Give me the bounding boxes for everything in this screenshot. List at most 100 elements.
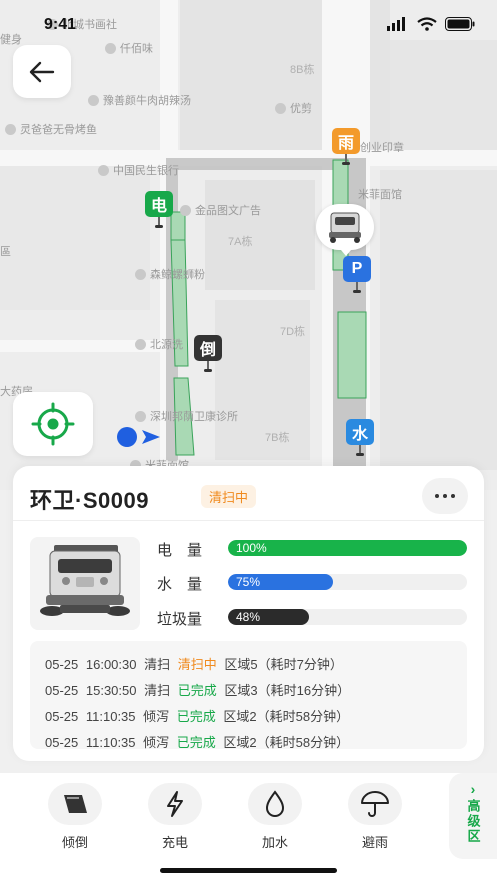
log-detail: 区域5（耗时7分钟）: [224, 657, 343, 672]
vehicle-info-card: 环卫·S0009 清扫中 电 量 100% 水 量 75% 垃圾量 48% 05…: [13, 466, 484, 761]
vehicle-title: 环卫·S0009: [30, 488, 149, 513]
building-label: 8B栋: [290, 64, 315, 76]
meter-label: 垃圾量: [157, 611, 203, 628]
log-task: 清扫: [144, 657, 171, 672]
pin-foot: [356, 453, 364, 456]
back-arrow-icon: [29, 61, 55, 82]
more-options-button[interactable]: [422, 478, 468, 514]
meter-fill: 100%: [228, 540, 467, 556]
tool-label: 加水: [261, 835, 288, 850]
action-toolbar: 倾倒 充电 加水 避雨 › 高级区: [0, 773, 497, 883]
meter-fill: 75%: [228, 574, 334, 590]
log-task: 倾泻: [143, 735, 170, 749]
meter-track: 75%: [228, 574, 467, 590]
status-time: 9:41: [44, 16, 77, 33]
poi-label: 优剪: [275, 100, 312, 116]
more-dot-icon: [451, 494, 455, 498]
status-badge: 清扫中: [201, 485, 257, 508]
poi-label: 米菲面馆: [358, 189, 402, 201]
home-indicator: [160, 868, 337, 873]
log-row: 05-25 16:00:30 清扫 清扫中 区域5（耗时7分钟）: [45, 654, 343, 673]
log-status: 已完成: [176, 709, 216, 724]
dump-icon: [48, 783, 102, 825]
dump-button[interactable]: 倾倒: [45, 783, 105, 851]
log-time: 11:10:35: [85, 735, 136, 749]
log-task: 倾泻: [143, 709, 170, 724]
back-button[interactable]: [13, 45, 71, 98]
water-pin[interactable]: 水: [346, 419, 374, 445]
pin-foot: [342, 162, 350, 165]
pin-foot: [353, 290, 361, 293]
status-bar: 9:41: [0, 0, 497, 48]
more-dot-icon: [435, 494, 439, 498]
divider: [13, 520, 484, 521]
add-water-button[interactable]: 加水: [245, 783, 305, 851]
log-time: 11:10:35: [85, 709, 136, 724]
charging-pin[interactable]: 电: [145, 191, 173, 217]
parking-pin[interactable]: P: [343, 256, 371, 282]
vehicle-marker-tail: [341, 250, 351, 256]
garbage-meter: 垃圾量 48%: [157, 608, 472, 628]
advanced-label: 高级区: [465, 799, 481, 844]
locate-icon: [31, 402, 75, 446]
chevron-right-icon: ›: [470, 781, 476, 797]
water-drop-icon: [248, 783, 302, 825]
log-date: 05-25: [45, 735, 79, 749]
task-log[interactable]: 05-25 16:00:30 清扫 清扫中 区域5（耗时7分钟） 05-25 1…: [30, 641, 467, 749]
log-date: 05-25: [45, 657, 79, 672]
log-status: 已完成: [177, 683, 217, 698]
poi-label: 深圳邦荫卫康诊所: [135, 408, 238, 424]
log-time: 16:00:30: [85, 657, 137, 672]
log-status: 已完成: [176, 735, 216, 749]
building-label: 7A栋: [228, 236, 253, 248]
meter-track: 48%: [228, 609, 467, 625]
sweeper-icon: [329, 212, 361, 243]
meter-fill: 48%: [228, 609, 310, 625]
log-date: 05-25: [45, 683, 79, 698]
log-row: 05-25 11:10:35 倾泻 已完成 区域2（耗时58分钟）: [45, 732, 349, 749]
vehicle-marker[interactable]: [316, 204, 374, 250]
log-row: 05-25 15:30:50 清扫 已完成 区域3（耗时16分钟）: [45, 680, 350, 699]
poi-label: 北源洗: [135, 336, 183, 352]
rain-shelter-pin[interactable]: 雨: [332, 128, 360, 154]
log-date: 05-25: [45, 709, 79, 724]
log-detail: 区域3（耗时16分钟）: [224, 683, 351, 698]
dump-pin[interactable]: 倒: [194, 335, 222, 361]
poi-label: 灵爸爸无骨烤鱼: [5, 121, 97, 137]
more-dot-icon: [443, 494, 447, 498]
tool-label: 倾倒: [61, 835, 88, 850]
locate-button[interactable]: [13, 392, 93, 456]
log-status: 清扫中: [177, 657, 217, 672]
poi-label: 金品图文广告: [180, 202, 261, 218]
sweeper-robot-icon: [40, 545, 130, 616]
user-location-icon: [117, 427, 160, 447]
log-time: 15:30:50: [85, 683, 137, 698]
tool-label: 避雨: [361, 835, 388, 850]
status-icons: [387, 17, 475, 31]
poi-label: 创业印章: [360, 142, 404, 154]
charge-button[interactable]: 充电: [145, 783, 205, 851]
signal-icon: [387, 17, 405, 31]
log-detail: 区域2（耗时58分钟）: [223, 735, 350, 749]
umbrella-icon: [348, 783, 402, 825]
meter-track: 100%: [228, 540, 467, 556]
advanced-area-button[interactable]: › 高级区: [449, 773, 497, 859]
meter-label: 水 量: [157, 576, 203, 593]
poi-label: 中国民生银行: [98, 162, 179, 178]
log-detail: 区域2（耗时58分钟）: [223, 709, 350, 724]
log-task: 清扫: [144, 683, 171, 698]
meter-label: 电 量: [157, 542, 203, 559]
wifi-icon: [417, 17, 437, 31]
poi-label: 區: [0, 246, 11, 258]
lightning-icon: [148, 783, 202, 825]
battery-meter: 电 量 100%: [157, 539, 472, 559]
water-meter: 水 量 75%: [157, 573, 472, 593]
poi-label: 森鲸螺蛳粉: [135, 266, 205, 282]
battery-icon: [445, 17, 475, 31]
log-row: 05-25 11:10:35 倾泻 已完成 区域2（耗时58分钟）: [45, 706, 349, 725]
pin-foot: [204, 369, 212, 372]
building-label: 7D栋: [280, 326, 306, 338]
vehicle-image: [30, 537, 140, 630]
shelter-button[interactable]: 避雨: [345, 783, 405, 851]
building-label: 7B栋: [265, 432, 290, 444]
